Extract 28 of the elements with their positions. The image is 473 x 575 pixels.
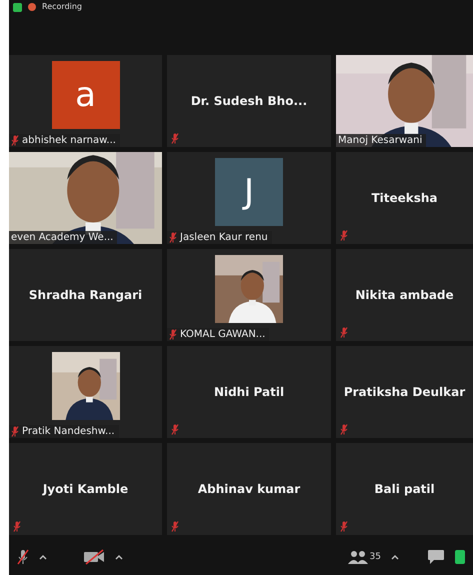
participant-name: Nikita ambade <box>355 288 454 302</box>
participant-name: Pratiksha Deulkar <box>344 385 466 399</box>
name-label: even Academy We... <box>11 231 114 244</box>
name-label: KOMAL GAWAN... <box>180 328 266 341</box>
name-label: Jasleen Kaur renu <box>180 231 268 244</box>
participant-name: Jyoti Kamble <box>42 482 128 496</box>
avatar-initial: a <box>52 61 120 129</box>
video-off-icon[interactable] <box>83 549 105 565</box>
avatar-initial: J <box>215 158 283 226</box>
participants-icon[interactable] <box>348 550 368 564</box>
participant-count: 35 <box>370 552 381 562</box>
share-screen-button[interactable] <box>455 550 465 564</box>
participant-name: Bali patil <box>374 482 435 496</box>
participant-name: Abhinav kumar <box>198 482 300 496</box>
participant-name: Shradha Rangari <box>28 288 142 302</box>
caret-button[interactable] <box>115 554 123 560</box>
participant-name: Nidhi Patil <box>214 385 284 399</box>
recording-label: Recording <box>42 2 82 12</box>
chat-icon[interactable] <box>427 549 445 565</box>
caret-button[interactable] <box>391 554 399 560</box>
participant-name: Titeeksha <box>371 191 438 205</box>
name-label: Pratik Nandeshw... <box>22 425 115 438</box>
recording-icon <box>28 3 36 11</box>
participant-name: Dr. Sudesh Bho... <box>190 94 308 108</box>
muted-mic-icon[interactable] <box>17 549 29 565</box>
name-label: Manoj Kesarwani <box>338 134 422 147</box>
name-label: abhishek narnaw... <box>22 134 116 147</box>
caret-button[interactable] <box>39 554 47 560</box>
